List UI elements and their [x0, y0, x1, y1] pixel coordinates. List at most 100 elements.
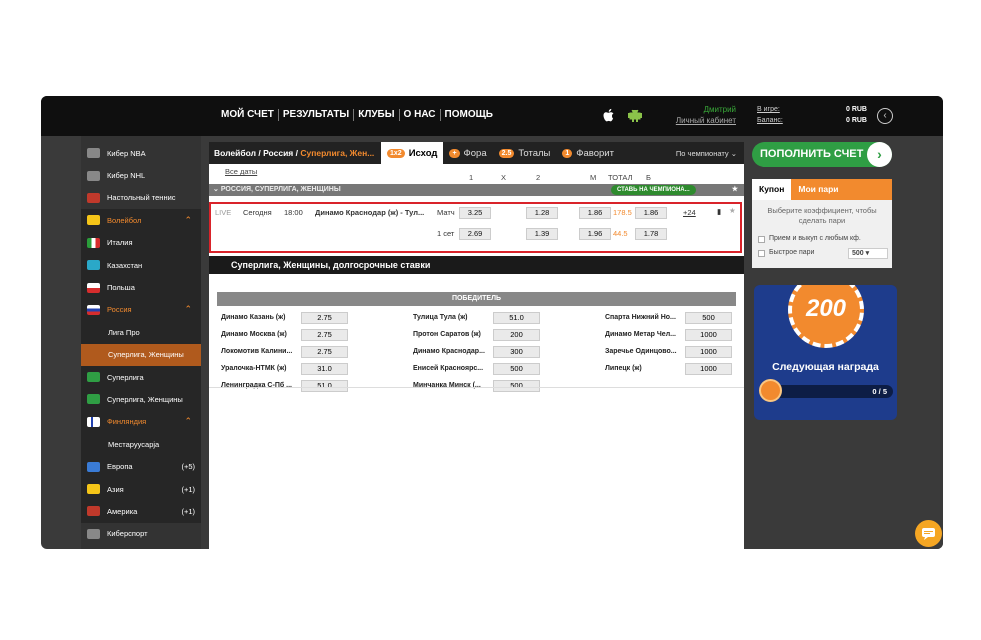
chip-icon: 200: [788, 285, 864, 348]
quick-bet-checkbox[interactable]: Быстрое пари 500 ▾: [752, 246, 892, 260]
tab-totals[interactable]: 2.5 Тоталы: [493, 142, 557, 164]
accept-any-odds-checkbox[interactable]: Прием и выкуп с любым кф.: [752, 232, 892, 246]
odd-p2[interactable]: 1.39: [526, 228, 558, 240]
personal-cabinet-link[interactable]: Личный кабинет: [671, 115, 736, 126]
trophy-icon: [87, 372, 100, 383]
sidebar-item-label: Финляндия: [107, 417, 147, 427]
odd-p1[interactable]: 3.25: [459, 207, 491, 219]
odd-p1[interactable]: 2.69: [459, 228, 491, 240]
coupon-hint: Выберите коэффициент, чтобы сделать пари: [767, 206, 877, 225]
apple-icon[interactable]: [601, 107, 617, 123]
winner-team: Спарта Нижний Но...: [605, 314, 676, 321]
balance-label[interactable]: Баланс:: [757, 115, 783, 126]
winner-odd[interactable]: 2.75: [301, 312, 348, 324]
sidebar-item[interactable]: Суперлига, Женщины: [81, 388, 201, 411]
all-dates-link[interactable]: Все даты: [225, 167, 257, 176]
more-markets-link[interactable]: +24: [683, 208, 696, 217]
league-name: РОССИЯ, СУПЕРЛИГА, ЖЕНЩИНЫ: [220, 186, 341, 193]
sidebar-item[interactable]: Америка (+1): [81, 500, 201, 523]
sidebar-item[interactable]: Суперлига: [81, 365, 201, 389]
sidebar-item[interactable]: Лига Про: [81, 321, 201, 344]
balance-labels: В игре: Баланс:: [757, 104, 783, 126]
nav-help[interactable]: ПОМОЩЬ: [441, 109, 497, 121]
sidebar-item[interactable]: Кибер NBA: [81, 142, 201, 164]
star-icon[interactable]: ★: [729, 206, 736, 215]
winner-odd[interactable]: 1000: [685, 363, 732, 375]
nav-clubs[interactable]: КЛУБЫ: [354, 109, 400, 121]
sidebar-item[interactable]: Польша: [81, 276, 201, 299]
winner-team: Динамо Метар Чел...: [605, 331, 676, 338]
sidebar-item[interactable]: Кибер NHL: [81, 164, 201, 186]
quick-bet-amount-select[interactable]: 500 ▾: [848, 247, 888, 259]
android-icon[interactable]: [627, 107, 643, 123]
sidebar-item[interactable]: Местаруусарja: [81, 433, 201, 456]
sidebar-item[interactable]: Киберспорт: [81, 523, 201, 545]
flag-finland-icon: [87, 416, 100, 427]
tab-handicap[interactable]: + Фора: [443, 142, 492, 164]
sidebar-item[interactable]: Суперлига, Женщины: [81, 343, 201, 366]
asia-icon: [87, 484, 100, 495]
sidebar-item[interactable]: Европа (+5): [81, 455, 201, 478]
tab-my-bets[interactable]: Мои пари: [791, 179, 892, 200]
reward-promo[interactable]: 200 Следующая награда 0 / 5: [754, 285, 897, 420]
europe-icon: [87, 461, 100, 472]
sidebar-item[interactable]: Казахстан: [81, 253, 201, 277]
star-icon[interactable]: ★: [732, 184, 738, 196]
nav-results[interactable]: РЕЗУЛЬТАТЫ: [279, 109, 355, 121]
sidebar-item-label: Суперлига, Женщины: [107, 394, 183, 404]
winner-odd[interactable]: 200: [493, 329, 540, 341]
winner-odd[interactable]: 1000: [685, 329, 732, 341]
winner-odd[interactable]: 31.0: [301, 363, 348, 375]
event-row[interactable]: LIVE Сегодня 18:00 Динамо Краснодар (ж) …: [209, 202, 742, 253]
user-name[interactable]: Дмитрий: [671, 104, 736, 115]
chat-icon[interactable]: [915, 520, 942, 547]
winner-odd[interactable]: 2.75: [301, 329, 348, 341]
chevron-down-icon[interactable]: ⌄: [213, 186, 221, 193]
sidebar-item[interactable]: Настольный теннис: [81, 187, 201, 209]
in-game-label[interactable]: В игре:: [757, 104, 783, 115]
sidebar-item[interactable]: Италия: [81, 231, 201, 254]
sort-select[interactable]: По чемпионату ⌄: [676, 149, 744, 158]
top-bar: МОЙ СЧЕТ РЕЗУЛЬТАТЫ КЛУБЫ О НАС ПОМОЩЬ Д…: [41, 96, 943, 136]
col-2: 2: [536, 173, 541, 182]
sidebar-item-label: Кибер NHL: [107, 171, 146, 181]
market-tabs: Волейбол / Россия / Суперлига, Жен... 1x…: [209, 142, 744, 164]
odd-p2[interactable]: 1.28: [526, 207, 558, 219]
odd-m[interactable]: 1.86: [579, 207, 611, 219]
nav-about[interactable]: О НАС: [400, 109, 441, 121]
sidebar-item[interactable]: Россия ⌃: [81, 298, 201, 322]
bet-champion-button[interactable]: СТАВЬ НА ЧЕМПИОНА...: [611, 185, 696, 195]
deposit-button[interactable]: ПОПОЛНИТЬ СЧЕТ ›: [752, 142, 892, 167]
chevron-up-icon[interactable]: ⌃: [184, 304, 192, 315]
col-total: ТОТАЛ: [608, 173, 633, 182]
winner-team: Енисей Красноярс...: [413, 365, 484, 372]
sidebar-item[interactable]: Волейбол ⌃: [81, 209, 201, 232]
flag-poland-icon: [87, 282, 100, 293]
back-arrow-icon[interactable]: ‹: [877, 108, 893, 124]
winner-odd[interactable]: 51.0: [493, 312, 540, 324]
tab-favorite[interactable]: 1 Фаворит: [556, 142, 620, 164]
tab-coupon[interactable]: Купон: [752, 179, 792, 200]
winner-odd[interactable]: 500: [685, 312, 732, 324]
chevron-up-icon[interactable]: ⌃: [184, 215, 192, 226]
winner-odd[interactable]: 2.75: [301, 346, 348, 358]
nav-my-account[interactable]: МОЙ СЧЕТ: [217, 109, 279, 121]
stats-icon[interactable]: ▮: [717, 207, 721, 216]
breadcrumb-path[interactable]: Волейбол / Россия /: [214, 148, 300, 158]
in-game-value: 0 RUB: [845, 106, 867, 113]
sidebar-item-label: Киберспорт: [107, 529, 148, 539]
tab-label: Фора: [463, 147, 487, 159]
winner-odd[interactable]: 51.0: [301, 380, 348, 392]
tab-outcome[interactable]: 1x2 Исход: [381, 142, 444, 164]
winner-odd[interactable]: 300: [493, 346, 540, 358]
odd-b[interactable]: 1.86: [635, 207, 667, 219]
odd-m[interactable]: 1.96: [579, 228, 611, 240]
sidebar-item[interactable]: Азия (+1): [81, 477, 201, 501]
winner-odd[interactable]: 500: [493, 380, 540, 392]
sidebar-item[interactable]: Финляндия ⌃: [81, 410, 201, 434]
odd-b[interactable]: 1.78: [635, 228, 667, 240]
winner-odd[interactable]: 1000: [685, 346, 732, 358]
event-teams[interactable]: Динамо Краснодар (ж) - Тул...: [315, 208, 430, 217]
winner-odd[interactable]: 500: [493, 363, 540, 375]
chevron-up-icon[interactable]: ⌃: [184, 416, 192, 427]
